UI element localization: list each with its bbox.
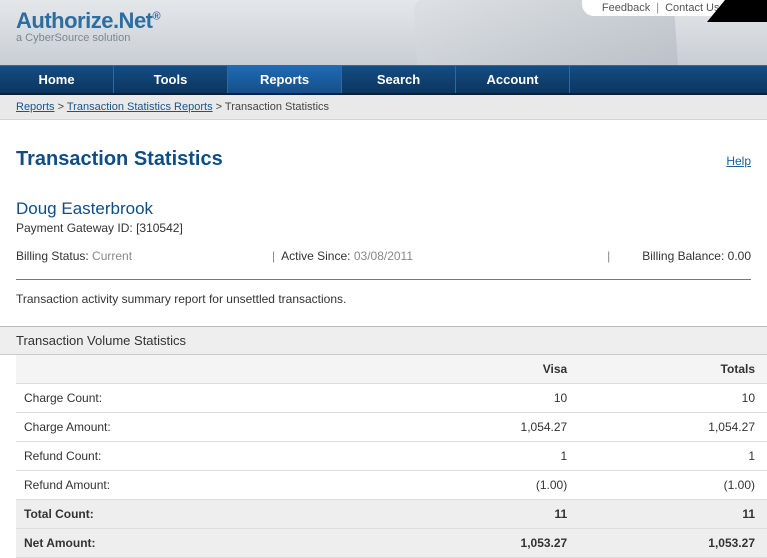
row-visa: (1.00) xyxy=(354,471,579,500)
breadcrumb: Reports > Transaction Statistics Reports… xyxy=(0,95,767,120)
row-totals: 11 xyxy=(579,500,767,529)
row-totals: 1,053.27 xyxy=(579,529,767,558)
gateway-line: Payment Gateway ID: [310542] xyxy=(16,221,751,235)
row-label: Charge Count: xyxy=(16,384,354,413)
report-description: Transaction activity summary report for … xyxy=(16,292,751,306)
row-label: Net Amount: xyxy=(16,529,354,558)
contact-link[interactable]: Contact Us xyxy=(665,2,719,14)
main-nav: Home Tools Reports Search Account xyxy=(0,65,767,95)
row-totals: 1 xyxy=(579,442,767,471)
crumb-reports[interactable]: Reports xyxy=(16,101,55,113)
registered-icon: ® xyxy=(153,11,161,23)
row-visa: 1,053.27 xyxy=(354,529,579,558)
row-label: Refund Count: xyxy=(16,442,354,471)
row-visa: 1 xyxy=(354,442,579,471)
divider xyxy=(16,279,751,280)
row-label: Charge Amount: xyxy=(16,413,354,442)
crumb-current: Transaction Statistics xyxy=(225,101,329,113)
billing-balance-value: 0.00 xyxy=(728,249,751,263)
page-title: Transaction Statistics xyxy=(16,148,223,171)
gateway-id: [310542] xyxy=(136,221,183,235)
merchant-name: Doug Easterbrook xyxy=(16,199,751,219)
billing-status-value: Current xyxy=(92,249,132,263)
nav-reports[interactable]: Reports xyxy=(228,66,342,93)
th-blank xyxy=(16,355,354,384)
row-totals: 1,054.27 xyxy=(579,413,767,442)
billing-balance-label: Billing Balance: xyxy=(642,249,724,263)
nav-account[interactable]: Account xyxy=(456,66,570,93)
help-link[interactable]: Help xyxy=(726,154,751,168)
table-row: Refund Amount: (1.00) (1.00) xyxy=(16,471,767,500)
nav-home[interactable]: Home xyxy=(0,66,114,93)
active-since-label: Active Since: xyxy=(281,249,350,263)
row-totals: 10 xyxy=(579,384,767,413)
active-since-value: 03/08/2011 xyxy=(354,249,413,263)
row-label: Refund Amount: xyxy=(16,471,354,500)
row-totals: (1.00) xyxy=(579,471,767,500)
status-row: Billing Status: Current | Active Since: … xyxy=(16,249,751,269)
table-row: Refund Count: 1 1 xyxy=(16,442,767,471)
table-header-row: Visa Totals xyxy=(16,355,767,384)
th-visa: Visa xyxy=(354,355,579,384)
nav-tools[interactable]: Tools xyxy=(114,66,228,93)
table-total-row: Total Count: 11 11 xyxy=(16,500,767,529)
row-visa: 10 xyxy=(354,384,579,413)
th-totals: Totals xyxy=(579,355,767,384)
crumb-stats-reports[interactable]: Transaction Statistics Reports xyxy=(67,101,213,113)
row-visa: 11 xyxy=(354,500,579,529)
nav-search[interactable]: Search xyxy=(342,66,456,93)
header: Authorize.Net® a CyberSource solution Fe… xyxy=(0,0,767,65)
section-title: Transaction Volume Statistics xyxy=(0,326,767,355)
logo: Authorize.Net® a CyberSource solution xyxy=(16,8,160,44)
gateway-label: Payment Gateway ID: xyxy=(16,221,133,235)
table-total-row: Net Amount: 1,053.27 1,053.27 xyxy=(16,529,767,558)
row-visa: 1,054.27 xyxy=(354,413,579,442)
row-label: Total Count: xyxy=(16,500,354,529)
table-row: Charge Count: 10 10 xyxy=(16,384,767,413)
feedback-link[interactable]: Feedback xyxy=(602,2,650,14)
billing-status-label: Billing Status: xyxy=(16,249,89,263)
brand-name: Authorize.Net xyxy=(16,8,153,33)
table-row: Charge Amount: 1,054.27 1,054.27 xyxy=(16,413,767,442)
